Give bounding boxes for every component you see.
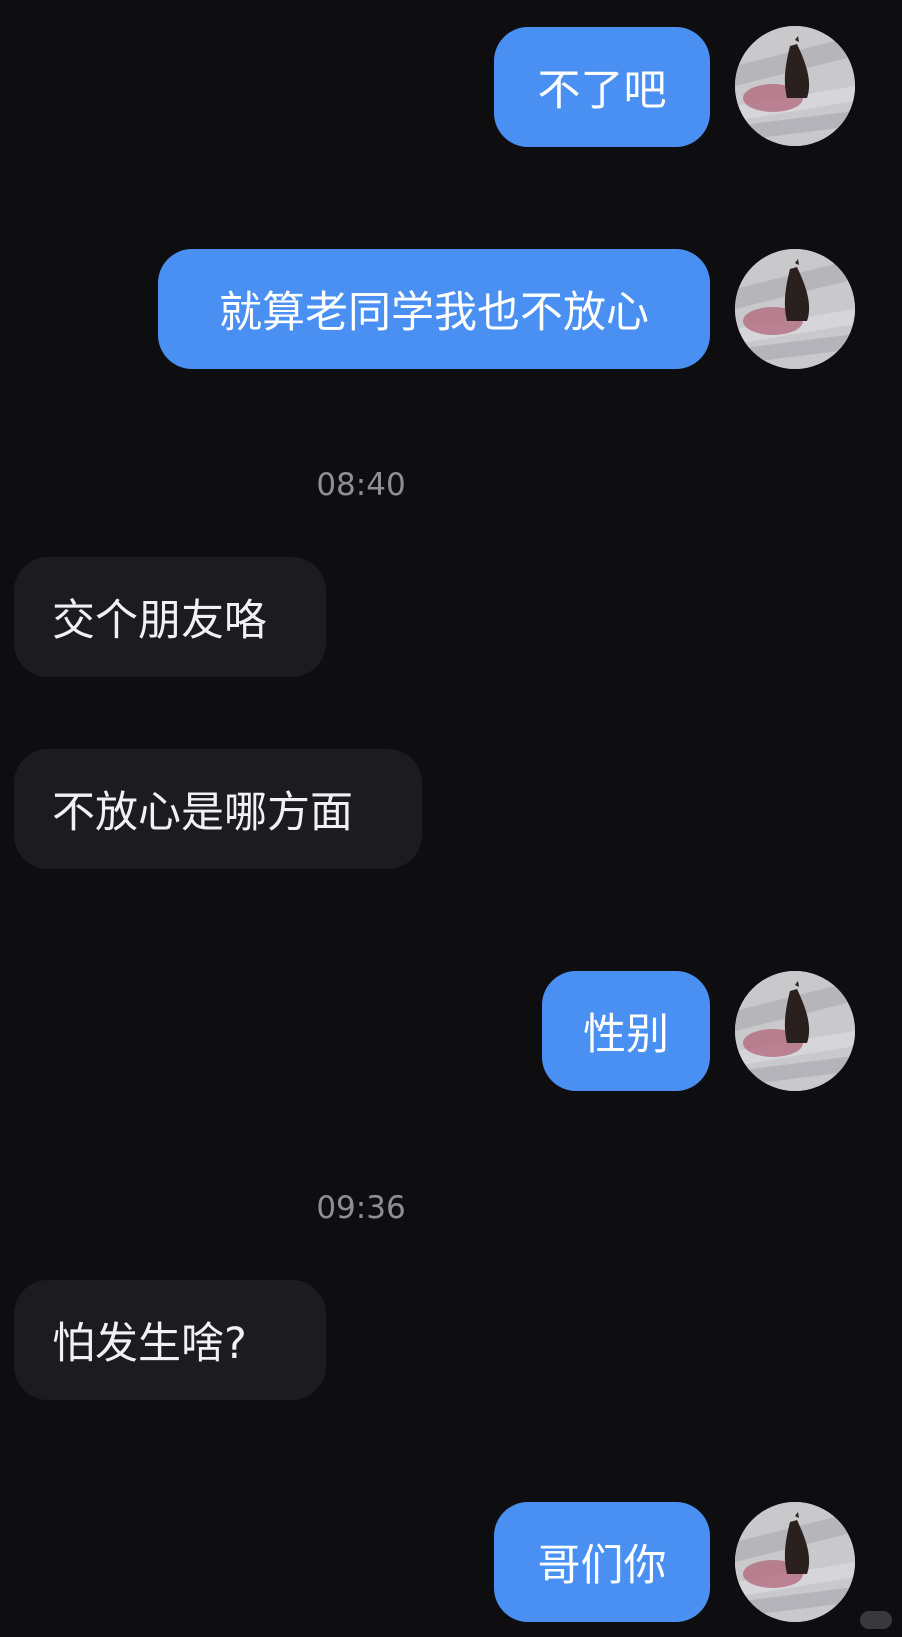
user-avatar[interactable] xyxy=(735,971,855,1091)
message-bubble-sent[interactable]: 性别 xyxy=(542,971,710,1091)
watermark-badge xyxy=(860,1611,892,1629)
butterfly-photo-icon xyxy=(735,1502,855,1622)
message-text: 怕发生啥? xyxy=(52,1319,247,1369)
message-text: 性别 xyxy=(583,1010,669,1060)
message-bubble-received[interactable]: 不放心是哪方面 xyxy=(14,749,422,869)
user-avatar[interactable] xyxy=(735,1502,855,1622)
message-bubble-received[interactable]: 交个朋友咯 xyxy=(14,557,326,677)
message-text: 不了吧 xyxy=(537,66,667,116)
message-bubble-received[interactable]: 怕发生啥? xyxy=(14,1280,326,1400)
message-text: 就算老同学我也不放心 xyxy=(219,288,649,338)
butterfly-photo-icon xyxy=(735,249,855,369)
timestamp: 09:36 xyxy=(316,1190,406,1226)
user-avatar[interactable] xyxy=(735,249,855,369)
message-bubble-sent[interactable]: 不了吧 xyxy=(494,27,710,147)
butterfly-photo-icon xyxy=(735,26,855,146)
message-bubble-sent[interactable]: 哥们你 xyxy=(494,1502,710,1622)
butterfly-photo-icon xyxy=(735,971,855,1091)
message-text: 不放心是哪方面 xyxy=(52,788,353,838)
message-text: 交个朋友咯 xyxy=(52,596,267,646)
timestamp: 08:40 xyxy=(316,467,406,503)
message-bubble-sent[interactable]: 就算老同学我也不放心 xyxy=(158,249,710,369)
user-avatar[interactable] xyxy=(735,26,855,146)
message-text: 哥们你 xyxy=(537,1541,667,1591)
